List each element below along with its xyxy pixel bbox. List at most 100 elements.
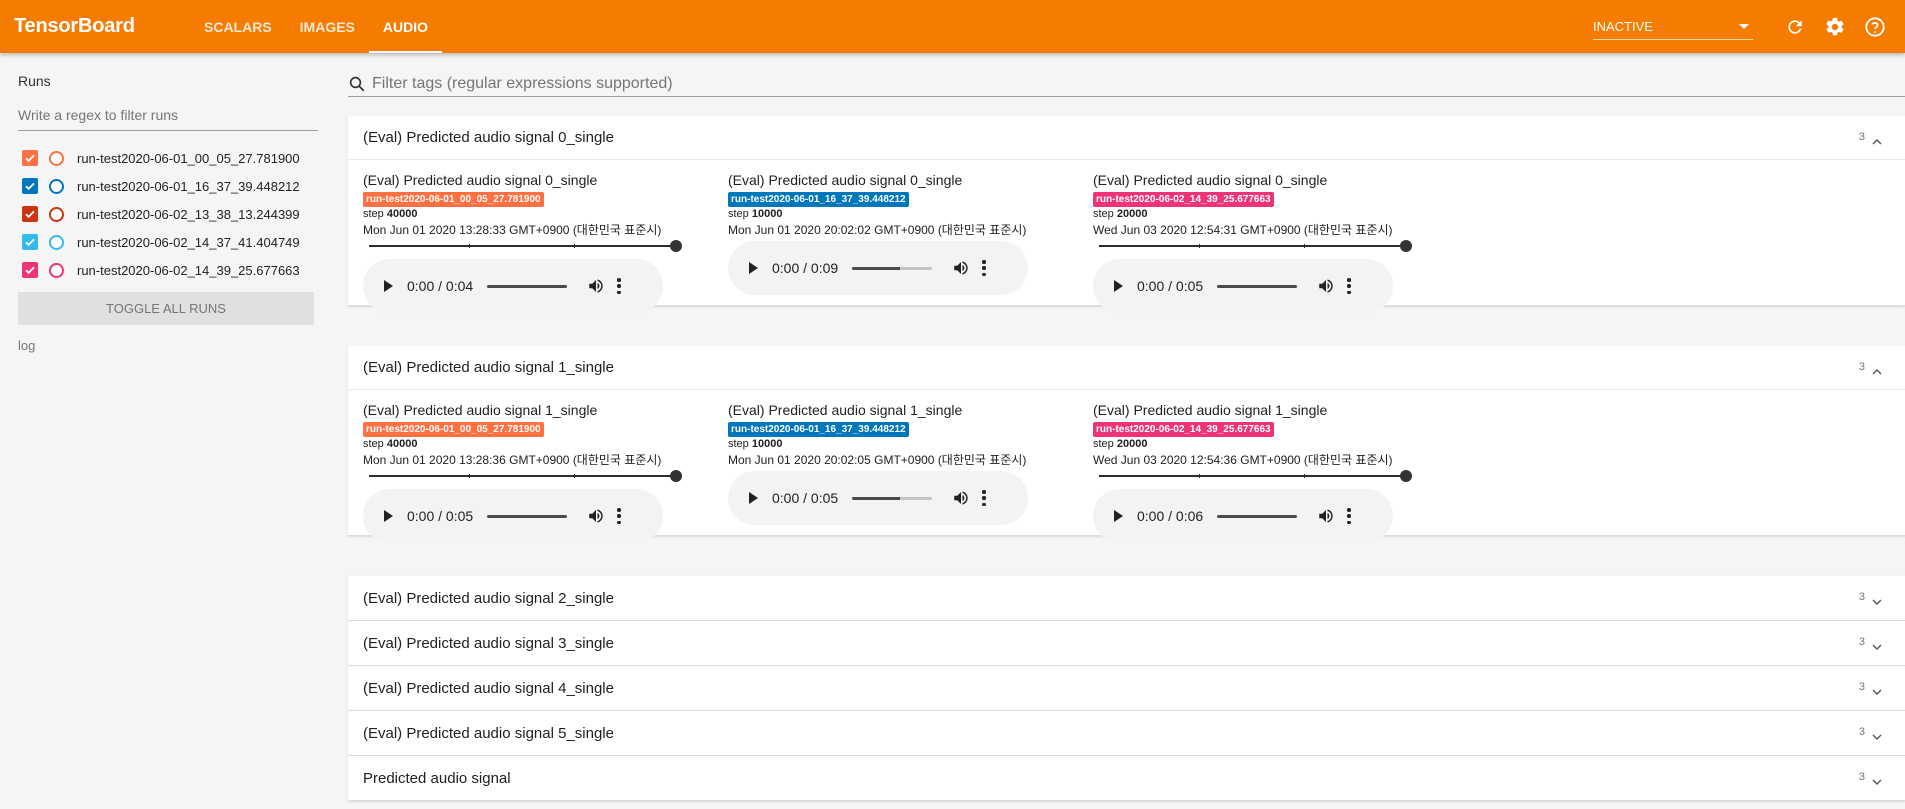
pane-header[interactable]: (Eval) Predicted audio signal 5_single 3 [348,711,1905,755]
play-icon[interactable] [749,492,758,504]
run-checkbox[interactable] [22,150,38,166]
run-color-swatch[interactable] [49,234,64,250]
run-checkbox[interactable] [22,234,38,250]
run-name: run-test2020-06-02_13_38_13.244399 [77,206,300,222]
run-item[interactable]: run-test2020-06-01_16_37_39.448212 [18,172,312,200]
run-name: run-test2020-06-02_14_39_25.677663 [77,262,300,278]
tag-filter-input[interactable] [372,74,1772,93]
chevron-down-icon[interactable] [1872,684,1882,695]
seek-bar[interactable] [852,496,932,500]
card-title: (Eval) Predicted audio signal 0_single [363,172,598,188]
slider-knob[interactable] [1400,470,1412,482]
settings-icon[interactable] [1823,15,1847,39]
pane-title: (Eval) Predicted audio signal 3_single [363,634,614,652]
slider-knob[interactable] [670,470,682,482]
play-icon[interactable] [1114,510,1123,522]
step-slider[interactable] [363,469,682,483]
play-icon[interactable] [384,510,393,522]
pane-header[interactable]: (Eval) Predicted audio signal 1_single 3 [348,346,1905,390]
pane-header[interactable]: (Eval) Predicted audio signal 4_single 3 [348,666,1905,710]
chevron-down-icon[interactable] [1872,729,1882,740]
pane-title: (Eval) Predicted audio signal 2_single [363,589,614,607]
step-value: 10000 [751,438,783,450]
run-list: run-test2020-06-01_00_05_27.781900 run-t… [18,144,312,284]
slider-knob[interactable] [670,240,682,252]
player-time: 0:00 / 0:06 [1137,508,1204,524]
pane-count: 3 [1858,591,1865,603]
tab-audio[interactable]: AUDIO [368,0,443,53]
wall-time: Mon Jun 01 2020 20:02:02 GMT+0900 (대한민국 … [728,223,1027,237]
runs-title: Runs [18,73,51,89]
more-options-icon[interactable] [982,490,986,506]
run-checkbox[interactable] [22,206,38,222]
seek-bar[interactable] [487,514,567,518]
pane-title: Predicted audio signal [363,769,511,787]
volume-icon[interactable] [952,259,970,277]
step-value: 10000 [751,208,783,220]
chevron-up-icon[interactable] [1872,134,1882,145]
chevron-down-icon[interactable] [1872,639,1882,650]
slider-knob[interactable] [1400,240,1412,252]
chevron-down-icon[interactable] [1872,774,1882,785]
toggle-all-runs-button[interactable]: TOGGLE ALL RUNS [18,292,314,325]
pane-header[interactable]: Predicted audio signal 3 [348,756,1905,800]
more-options-icon[interactable] [617,278,621,294]
play-icon[interactable] [384,280,393,292]
chevron-down-icon[interactable] [1872,594,1882,605]
more-options-icon[interactable] [1347,278,1351,294]
step-slider[interactable] [1093,239,1412,253]
audio-card: (Eval) Predicted audio signal 1_single ru… [728,402,1068,525]
play-icon[interactable] [749,262,758,274]
plugin-select[interactable]: INACTIVE [1593,14,1753,40]
player-time: 0:00 / 0:05 [1137,278,1204,294]
run-color-swatch[interactable] [49,150,64,166]
play-icon[interactable] [1114,280,1123,292]
run-item[interactable]: run-test2020-06-02_13_38_13.244399 [18,200,312,228]
seek-bar[interactable] [1217,514,1297,518]
pane-header[interactable]: (Eval) Predicted audio signal 3_single 3 [348,621,1905,665]
pane-header[interactable]: (Eval) Predicted audio signal 0_single 3 [348,116,1905,160]
refresh-icon[interactable] [1783,15,1807,39]
runs-filter-input[interactable] [18,105,318,131]
tab-scalars[interactable]: SCALARS [190,0,286,53]
run-item[interactable]: run-test2020-06-02_14_39_25.677663 [18,256,312,284]
pane-header[interactable]: (Eval) Predicted audio signal 2_single 3 [348,576,1905,620]
tag-pane: (Eval) Predicted audio signal 3_single 3 [348,621,1905,666]
run-color-swatch[interactable] [49,178,64,194]
seek-bar[interactable] [487,284,567,288]
more-options-icon[interactable] [617,508,621,524]
more-options-icon[interactable] [1347,508,1351,524]
run-item[interactable]: run-test2020-06-01_00_05_27.781900 [18,144,312,172]
step-label: step 40000 [363,207,703,221]
more-options-icon[interactable] [982,260,986,276]
seek-bar[interactable] [1217,284,1297,288]
player-time: 0:00 / 0:04 [407,278,474,294]
audio-card: (Eval) Predicted audio signal 1_single ru… [1093,402,1433,543]
run-color-swatch[interactable] [49,206,64,222]
volume-icon[interactable] [587,507,605,525]
tag-pane: (Eval) Predicted audio signal 5_single 3 [348,711,1905,756]
run-checkbox[interactable] [22,178,38,194]
volume-icon[interactable] [1317,277,1335,295]
volume-icon[interactable] [952,489,970,507]
chevron-up-icon[interactable] [1872,364,1882,375]
tag-filter [348,71,1905,97]
volume-icon[interactable] [1317,507,1335,525]
volume-icon[interactable] [587,277,605,295]
step-prefix: step [728,438,749,450]
run-color-swatch[interactable] [49,262,64,278]
search-icon [349,76,365,91]
help-icon[interactable] [1863,15,1887,39]
pane-title: (Eval) Predicted audio signal 0_single [363,129,614,146]
pane-title: (Eval) Predicted audio signal 4_single [363,679,614,697]
step-slider[interactable] [363,239,682,253]
seek-bar[interactable] [852,266,932,270]
tab-images[interactable]: IMAGES [286,0,369,53]
step-value: 40000 [386,208,418,220]
run-checkbox[interactable] [22,262,38,278]
pane-count: 3 [1858,681,1865,693]
run-item[interactable]: run-test2020-06-02_14_37_41.404749 [18,228,312,256]
card-title: (Eval) Predicted audio signal 1_single [1093,402,1328,418]
step-slider[interactable] [1093,469,1412,483]
audio-card: (Eval) Predicted audio signal 0_single ru… [728,172,1068,295]
